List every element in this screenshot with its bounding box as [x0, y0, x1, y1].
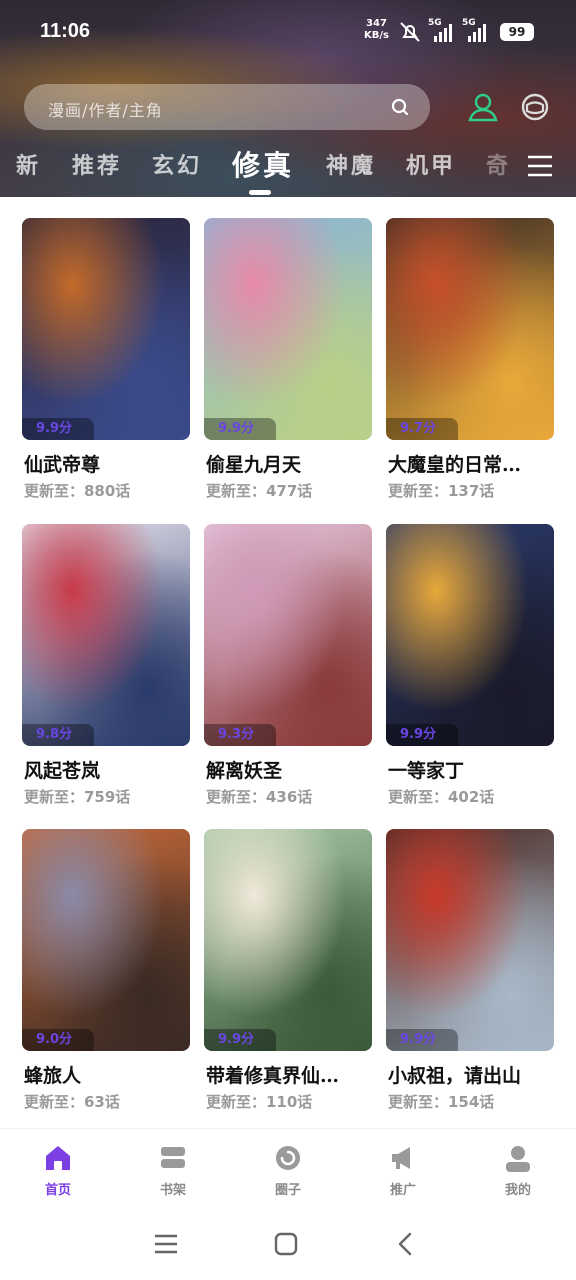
bottom-navigation: 首页 书架 圈子 推广 我的	[0, 1128, 576, 1208]
nav-profile[interactable]: 我的	[478, 1143, 558, 1198]
comic-update: 更新至：110话	[206, 1093, 313, 1111]
tab-qi[interactable]: 奇	[486, 148, 511, 180]
comic-update: 更新至：137话	[388, 482, 495, 500]
system-navigation	[0, 1208, 576, 1280]
score-badge: 9.9分	[22, 418, 94, 440]
search-bar[interactable]: 漫画/作者/主角	[24, 84, 430, 130]
score-badge: 9.9分	[204, 418, 276, 440]
bookshelf-icon	[161, 1147, 185, 1168]
comic-cover[interactable]: 9.9分	[386, 829, 554, 1051]
tab-shenmo[interactable]: 神魔	[326, 148, 376, 180]
comic-title[interactable]: 蜂旅人	[24, 1061, 190, 1088]
comic-update: 更新至：436话	[206, 788, 313, 806]
comic-cover[interactable]: 9.9分	[204, 218, 372, 440]
comic-title[interactable]: 小叔祖，请出山	[388, 1061, 554, 1088]
comic-cover[interactable]: 9.7分	[386, 218, 554, 440]
comic-title[interactable]: 风起苍岚	[24, 756, 190, 783]
search-placeholder: 漫画/作者/主角	[48, 101, 163, 120]
mute-icon	[400, 22, 420, 42]
tab-jijia[interactable]: 机甲	[406, 148, 456, 180]
comic-title[interactable]: 带着修真界仙…	[206, 1061, 372, 1088]
tab-recommend[interactable]: 推荐	[72, 148, 122, 180]
message-icon[interactable]	[518, 90, 552, 124]
score-badge: 9.9分	[386, 1029, 458, 1051]
status-bar: 11:06 347 KB/s 5G 5G 99	[0, 0, 576, 64]
comic-update: 更新至：154话	[388, 1093, 495, 1111]
back-icon[interactable]	[392, 1230, 420, 1258]
tab-new[interactable]: 新	[16, 148, 41, 180]
comic-title[interactable]: 大魔皇的日常…	[388, 450, 554, 477]
profile-icon	[506, 1146, 530, 1172]
nav-circle[interactable]: 圈子	[248, 1143, 328, 1198]
home-button-icon[interactable]	[272, 1230, 300, 1258]
score-badge: 9.9分	[386, 724, 458, 746]
comic-title[interactable]: 解离妖圣	[206, 756, 372, 783]
network-speed: 347 KB/s	[364, 18, 389, 41]
comic-update: 更新至：477话	[206, 482, 313, 500]
score-badge: 9.8分	[22, 724, 94, 746]
comic-update: 更新至：402话	[388, 788, 495, 806]
score-badge: 9.3分	[204, 724, 276, 746]
circle-icon	[276, 1146, 300, 1170]
comic-update: 更新至：759话	[24, 788, 131, 806]
menu-icon[interactable]	[526, 152, 554, 180]
comic-cover[interactable]: 9.9分	[204, 829, 372, 1051]
nav-bookshelf[interactable]: 书架	[133, 1143, 213, 1198]
comic-cover[interactable]: 9.3分	[204, 524, 372, 746]
comic-update: 更新至：880话	[24, 482, 131, 500]
comic-cover[interactable]: 9.8分	[22, 524, 190, 746]
comic-cover[interactable]: 9.0分	[22, 829, 190, 1051]
comic-title[interactable]: 一等家丁	[388, 756, 554, 783]
home-icon	[46, 1146, 70, 1170]
battery-indicator: 99	[500, 23, 534, 41]
score-badge: 9.0分	[22, 1029, 94, 1051]
nav-home[interactable]: 首页	[18, 1143, 98, 1198]
clock: 11:06	[40, 20, 91, 42]
nav-promote[interactable]: 推广	[363, 1143, 443, 1198]
signal-icon-2: 5G	[462, 18, 494, 44]
comic-cover[interactable]: 9.9分	[22, 218, 190, 440]
user-icon[interactable]	[466, 90, 500, 124]
comic-cover[interactable]: 9.9分	[386, 524, 554, 746]
active-tab-indicator	[249, 190, 271, 195]
category-tabs: 新 推荐 玄幻 修真 神魔 机甲 奇	[0, 148, 520, 192]
search-icon[interactable]	[390, 97, 410, 117]
score-badge: 9.7分	[386, 418, 458, 440]
tab-xuanhuan[interactable]: 玄幻	[152, 148, 202, 180]
signal-icon-1: 5G	[428, 18, 460, 44]
comic-title[interactable]: 偷星九月天	[206, 450, 372, 477]
score-badge: 9.9分	[204, 1029, 276, 1051]
megaphone-icon	[392, 1147, 410, 1169]
comic-update: 更新至：63话	[24, 1093, 120, 1111]
comic-title[interactable]: 仙武帝尊	[24, 450, 190, 477]
recents-icon[interactable]	[152, 1230, 180, 1258]
tab-xiuzhen[interactable]: 修真	[232, 144, 294, 184]
